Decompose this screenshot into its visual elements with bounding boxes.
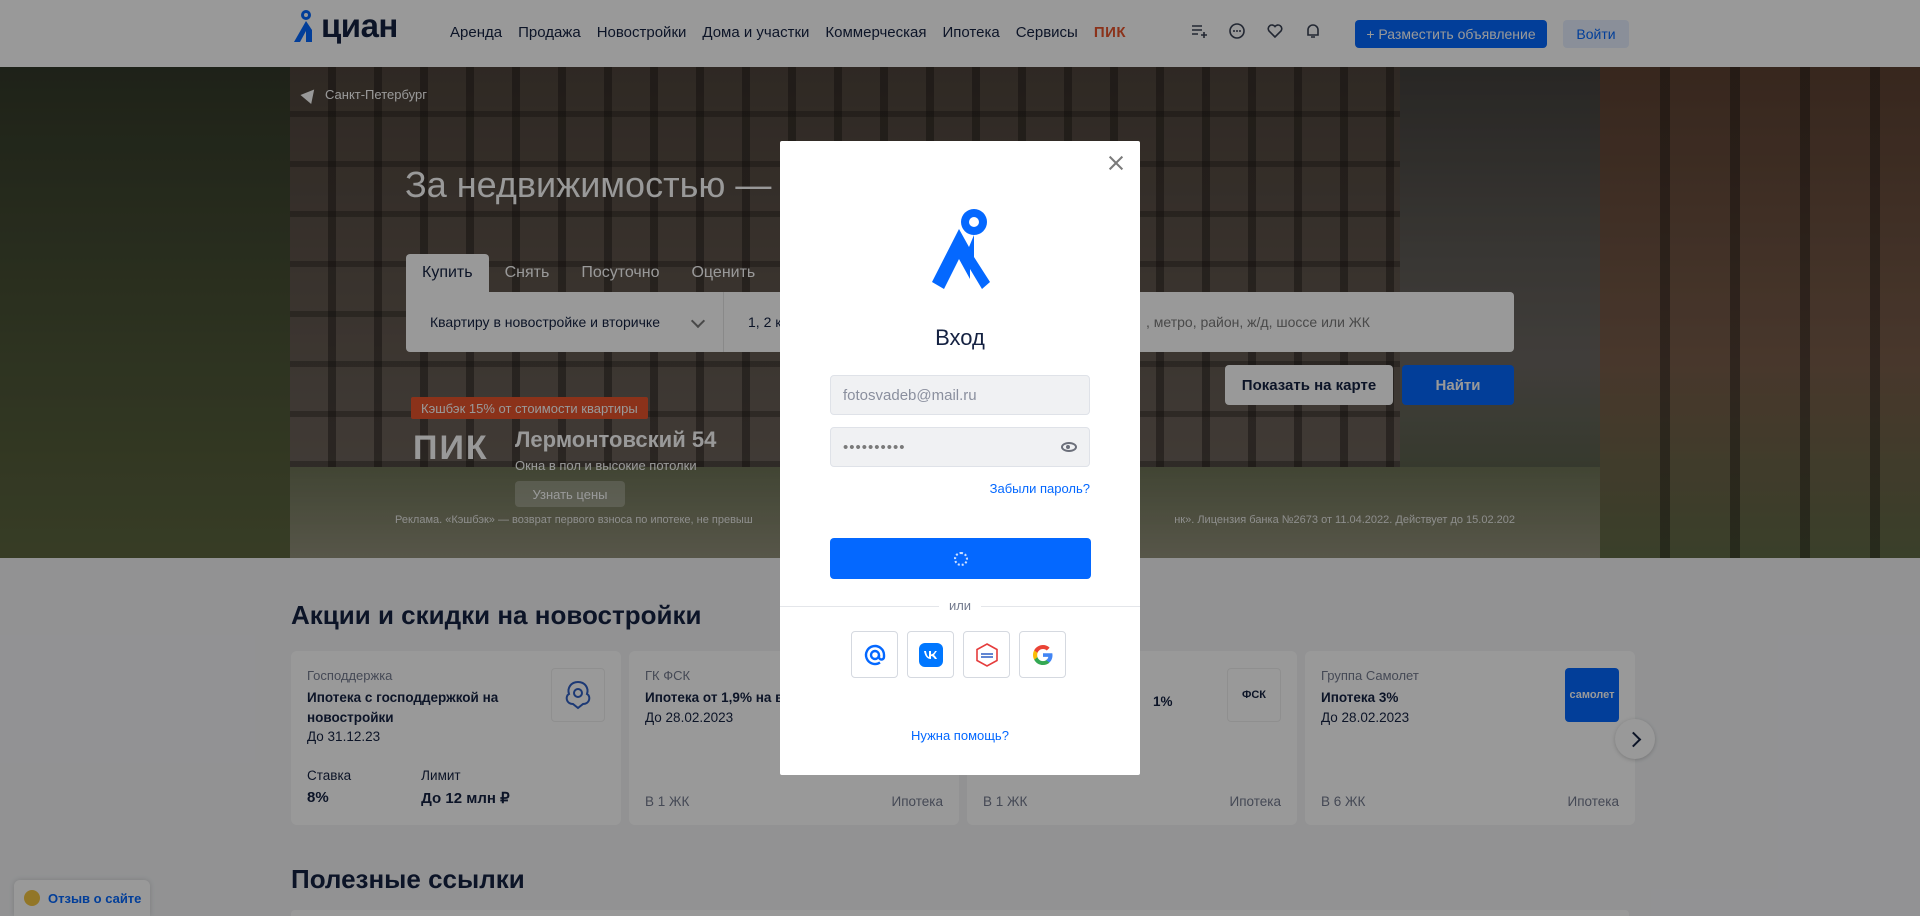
login-modal: Вход fotosvadeb@mail.ru •••••••••• Забыл… — [780, 141, 1140, 775]
or-divider: или — [780, 597, 1140, 615]
google-icon[interactable] — [1019, 631, 1066, 678]
email-field[interactable]: fotosvadeb@mail.ru — [830, 375, 1090, 415]
close-icon[interactable] — [1106, 153, 1126, 173]
password-mask: •••••••••• — [843, 438, 906, 456]
password-field[interactable]: •••••••••• — [830, 427, 1090, 467]
gosuslugi-icon[interactable] — [963, 631, 1010, 678]
cian-pin-icon — [932, 209, 990, 289]
spinner-icon — [953, 551, 968, 566]
submit-button[interactable] — [830, 538, 1091, 579]
forgot-password-link[interactable]: Забыли пароль? — [990, 481, 1090, 496]
vk-icon[interactable] — [907, 631, 954, 678]
mail-ru-icon[interactable] — [851, 631, 898, 678]
or-label: или — [938, 598, 982, 613]
eye-icon[interactable] — [1061, 442, 1077, 452]
help-link[interactable]: Нужна помощь? — [780, 728, 1140, 743]
modal-title: Вход — [935, 325, 985, 350]
social-login — [851, 631, 1066, 678]
